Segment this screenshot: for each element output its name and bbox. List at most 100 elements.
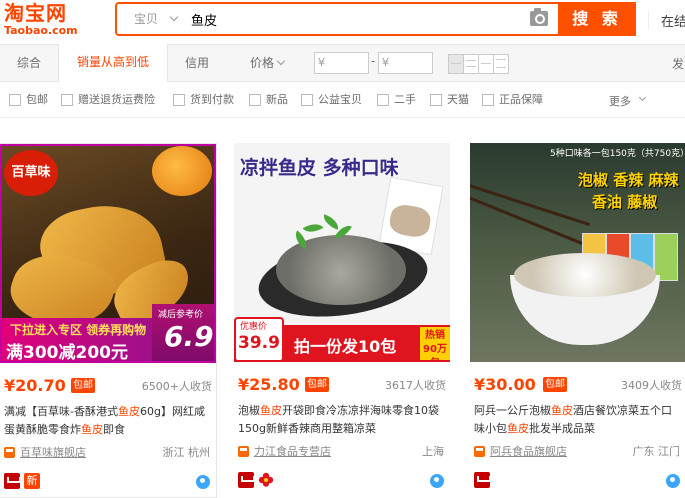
checkbox[interactable]: [249, 94, 261, 106]
image-headline: 泡椒 香辣 麻辣: [578, 171, 679, 189]
flower-icon[interactable]: [258, 472, 274, 488]
free-shipping-badge: 包邮: [305, 377, 329, 392]
product-card[interactable]: 百草味 下拉进入专区 领券再购物 满300减200元 减后参考价 6.9 ¥20…: [0, 143, 217, 498]
shop-icon: [4, 447, 15, 458]
camera-icon[interactable]: [530, 8, 548, 26]
checkbox[interactable]: [377, 94, 389, 106]
header: 淘宝网 Taobao.com 宝贝 搜 索 在结: [0, 0, 685, 44]
title-text: 批发半成品菜: [529, 422, 595, 435]
title-keyword: 鱼皮: [81, 423, 103, 436]
image-headline: 香油 藤椒: [592, 193, 658, 211]
title-text: 泡椒: [238, 404, 260, 417]
sales-count: 3409人收货: [621, 379, 682, 392]
filter-return-insurance[interactable]: 赠送退货运费险: [61, 93, 155, 107]
tmall-icon[interactable]: [4, 473, 21, 489]
filter-secondhand[interactable]: 二手: [377, 93, 416, 107]
tab-comprehensive[interactable]: 综合: [0, 45, 58, 81]
filter-label: 新品: [266, 93, 288, 106]
chevron-down-icon: [169, 12, 179, 22]
wangwang-chat-icon[interactable]: [666, 474, 680, 488]
filter-tmall[interactable]: 天猫: [430, 93, 469, 107]
logo-text-en: Taobao.com: [4, 24, 78, 37]
product-title[interactable]: 阿兵一公斤泡椒鱼皮酒店餐饮凉菜五个口味小包鱼皮批发半成品菜: [474, 402, 682, 438]
product-image[interactable]: 5种口味各一包150克（共750克） 泡椒 香辣 麻辣 香油 藤椒: [470, 143, 685, 362]
search-type-dropdown[interactable]: 宝贝: [117, 4, 187, 34]
sales-count: 3617人收货: [385, 379, 446, 392]
tab-price[interactable]: 价格: [236, 45, 296, 81]
filter-new[interactable]: 新品: [249, 93, 288, 107]
promo-text: 拍一份发10包: [294, 337, 397, 356]
shop-row: 力江食品专营店 上海: [238, 443, 448, 461]
checkbox[interactable]: [173, 94, 185, 106]
more-filters-button[interactable]: 更多: [609, 93, 647, 109]
image-note: 5种口味各一包150克（共750克）: [550, 149, 685, 159]
checkbox[interactable]: [9, 94, 21, 106]
filter-label: 正品保障: [499, 93, 543, 106]
checkbox[interactable]: [430, 94, 442, 106]
badge-row: [474, 472, 684, 490]
product-title[interactable]: 满减【百草味-香酥港式鱼皮60g】网红咸蛋黄酥脆零食炸鱼皮即食: [4, 403, 212, 439]
product-price: ¥20.70: [4, 376, 66, 395]
price-max-input[interactable]: ¥: [378, 52, 433, 74]
brand-logo: 百草味: [4, 150, 58, 196]
price-row: ¥30.00 包邮 3409人收货: [470, 375, 685, 395]
shop-name-link[interactable]: 百草味旗舰店: [20, 444, 86, 460]
badge-row: [238, 472, 448, 490]
title-keyword: 鱼皮: [117, 405, 140, 418]
tmall-icon[interactable]: [474, 472, 491, 488]
checkbox[interactable]: [301, 94, 313, 106]
product-title[interactable]: 泡椒鱼皮开袋即食冷冻凉拌海味零食10袋150g新鲜香辣商用整箱凉菜: [238, 402, 446, 438]
filter-label: 包邮: [26, 93, 48, 106]
product-price: ¥30.00: [474, 375, 536, 394]
chevron-down-icon: [276, 56, 286, 66]
checkbox[interactable]: [482, 94, 494, 106]
filter-cod[interactable]: 货到付款: [173, 93, 234, 107]
taobao-logo[interactable]: 淘宝网 Taobao.com: [4, 2, 88, 40]
product-image[interactable]: 百草味 下拉进入专区 领券再购物 满300减200元 减后参考价 6.9: [0, 144, 216, 363]
search-input[interactable]: [189, 4, 524, 34]
badge-row: 新: [4, 473, 214, 491]
free-shipping-badge: 包邮: [543, 377, 567, 392]
product-image[interactable]: 凉拌鱼皮 多种口味 优惠价 39.9 拍一份发10包 热销90万包: [234, 143, 450, 362]
list-view-icon[interactable]: [463, 54, 479, 74]
promo-price-box: 优惠价 39.9: [234, 317, 284, 362]
filter-free-shipping[interactable]: 包邮: [9, 93, 48, 107]
shop-name-link[interactable]: 阿兵食品旗舰店: [490, 443, 567, 459]
product-price: ¥25.80: [238, 375, 300, 394]
title-keyword: 鱼皮: [507, 422, 529, 435]
tab-sales-desc[interactable]: 销量从高到低: [58, 44, 168, 82]
search-button[interactable]: 搜 索: [558, 2, 636, 36]
seller-location: 广东 江门: [632, 445, 681, 458]
header-right-link[interactable]: 在结: [648, 11, 685, 30]
tmall-icon[interactable]: [238, 472, 255, 488]
big-view-icon[interactable]: [478, 54, 494, 74]
more-label: 更多: [609, 95, 631, 108]
price-min-input[interactable]: ¥: [314, 52, 369, 74]
seller-location: 浙江 杭州: [162, 446, 211, 459]
hot-sale-badge: 热销90万包: [420, 327, 450, 362]
checkbox[interactable]: [61, 94, 73, 106]
product-card[interactable]: 凉拌鱼皮 多种口味 优惠价 39.9 拍一份发10包 热销90万包 ¥25.80…: [234, 143, 452, 498]
grid-view-icon[interactable]: [448, 54, 464, 74]
filter-label: 赠送退货运费险: [78, 93, 155, 106]
new-badge-icon[interactable]: 新: [24, 473, 40, 489]
filter-charity[interactable]: 公益宝贝: [301, 93, 362, 107]
product-card[interactable]: 5种口味各一包150克（共750克） 泡椒 香辣 麻辣 香油 藤椒 ¥30.00…: [470, 143, 685, 498]
chevron-down-icon: [638, 93, 647, 102]
wangwang-chat-icon[interactable]: [430, 474, 444, 488]
price-row: ¥25.80 包邮 3617人收货: [234, 375, 450, 395]
filter-genuine[interactable]: 正品保障: [482, 93, 543, 107]
promo-price-label: 减后参考价: [158, 310, 204, 320]
seller-location: 上海: [422, 445, 444, 458]
small-view-icon[interactable]: [493, 54, 509, 74]
wangwang-chat-icon[interactable]: [196, 475, 210, 489]
tab-price-label: 价格: [250, 56, 275, 70]
promo-price-label: 优惠价: [240, 322, 268, 332]
tab-credit[interactable]: 信用: [168, 45, 226, 81]
free-shipping-badge: 包邮: [71, 378, 95, 393]
shop-icon: [474, 446, 485, 457]
filter-label: 二手: [394, 93, 416, 106]
sortbar-right-label[interactable]: 发: [672, 55, 684, 72]
price-row: ¥20.70 包邮 6500+人收货: [0, 376, 216, 396]
shop-name-link[interactable]: 力江食品专营店: [254, 443, 331, 459]
